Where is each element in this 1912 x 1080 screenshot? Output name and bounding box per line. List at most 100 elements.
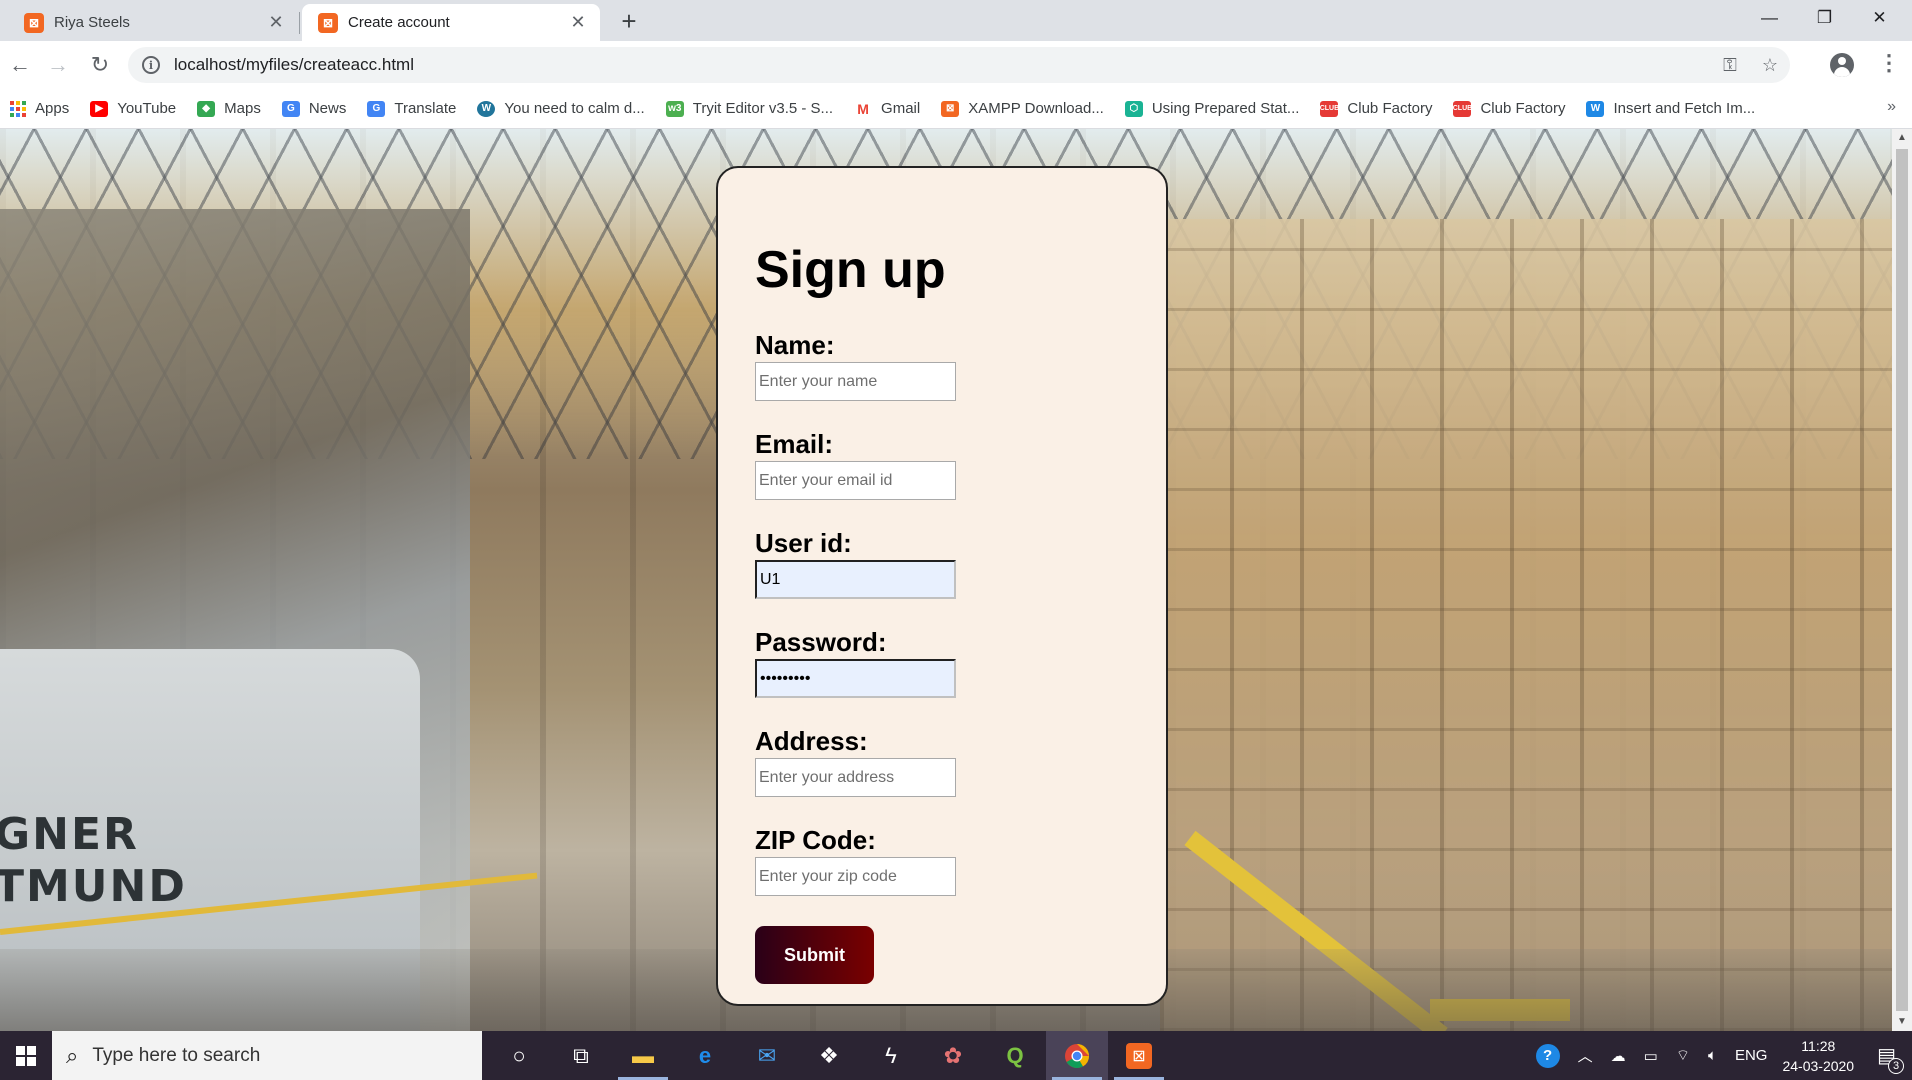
scrollbar-thumb[interactable] [1896, 149, 1908, 1011]
bookmark-wordpress[interactable]: W You need to calm d... [477, 100, 645, 117]
edge-icon[interactable]: e [674, 1031, 736, 1080]
tab-separator [299, 12, 300, 34]
tab-create-account[interactable]: ⊠ Create account ✕ [302, 4, 600, 41]
key-icon[interactable]: ⚿ [1710, 55, 1750, 76]
windows-taskbar: ⌕ Type here to search ○ ⧉ ▬ e ✉ ❖ ϟ ✿ Q … [0, 1031, 1912, 1080]
qgis-icon[interactable]: Q [984, 1031, 1046, 1080]
help-icon[interactable]: ? [1535, 1043, 1560, 1068]
bookmark-translate[interactable]: G Translate [367, 100, 456, 117]
bookmark-label: You need to calm d... [504, 100, 645, 117]
bookmark-label: XAMPP Download... [968, 100, 1104, 117]
bookmark-club-factory[interactable]: CLUB Club Factory [1320, 100, 1433, 117]
task-view-icon[interactable]: ⧉ [550, 1031, 612, 1080]
bookmark-label: Tryit Editor v3.5 - S... [692, 100, 834, 117]
bookmark-news[interactable]: G News [281, 100, 346, 117]
close-icon[interactable]: ✕ [266, 12, 286, 33]
bookmark-youtube[interactable]: ▶ YouTube [90, 100, 176, 117]
mail-icon[interactable]: ✉ [736, 1031, 798, 1080]
cortana-icon[interactable]: ○ [488, 1031, 550, 1080]
bookmark-club-factory-2[interactable]: CLUB Club Factory [1453, 100, 1566, 117]
password-field-group: Password: [755, 627, 1166, 698]
bookmark-label: Translate [394, 100, 457, 117]
dropbox-icon[interactable]: ❖ [798, 1031, 860, 1080]
xampp-icon: ⊠ [318, 12, 338, 33]
bookmark-prepared-statements[interactable]: ⬡ Using Prepared Stat... [1124, 100, 1300, 117]
battery-icon[interactable]: ▭ [1644, 1047, 1658, 1065]
notifications-icon[interactable]: ▤ 3 [1877, 1043, 1904, 1074]
new-tab-button[interactable]: + [615, 6, 643, 37]
userid-input[interactable] [755, 560, 956, 599]
w-icon: W [1586, 100, 1605, 117]
chrome-icon[interactable] [1046, 1031, 1108, 1080]
bookmark-label: Club Factory [1480, 100, 1566, 117]
close-icon[interactable]: ✕ [568, 12, 588, 33]
email-input[interactable] [755, 461, 956, 500]
wordpress-icon: W [477, 100, 496, 117]
chevron-right-icon[interactable]: » [1887, 98, 1896, 116]
lightning-app-icon[interactable]: ϟ [860, 1031, 922, 1080]
language-indicator[interactable]: ENG [1735, 1047, 1768, 1064]
clubfactory-icon: CLUB [1320, 100, 1339, 117]
bookmark-label: Using Prepared Stat... [1151, 100, 1300, 117]
clock[interactable]: 11:28 24-03-2020 [1782, 1036, 1854, 1076]
start-button[interactable] [0, 1031, 52, 1080]
zip-input[interactable] [755, 857, 956, 896]
apps-grid-icon [10, 100, 26, 117]
address-bar[interactable]: i localhost/myfiles/createacc.html ⚿ ☆ [128, 47, 1790, 83]
submit-button[interactable]: Submit [755, 926, 874, 984]
clock-date: 24-03-2020 [1782, 1057, 1855, 1074]
bookmark-tryit-editor[interactable]: w3 Tryit Editor v3.5 - S... [665, 100, 834, 117]
zip-label: ZIP Code: [755, 825, 876, 855]
tab-riya-steels[interactable]: ⊠ Riya Steels ✕ [8, 4, 298, 41]
tab-title: Create account [348, 14, 450, 31]
restore-button[interactable]: ❐ [1797, 0, 1852, 36]
xampp-icon: ⊠ [1126, 1042, 1152, 1069]
bookmark-maps[interactable]: ◆ Maps [197, 100, 261, 117]
volume-icon[interactable]: 🔈︎ [1708, 1047, 1717, 1064]
windows-logo-icon [16, 1045, 36, 1066]
bookmark-xampp[interactable]: ⊠ XAMPP Download... [941, 100, 1104, 117]
xampp-taskbar-icon[interactable]: ⊠ [1108, 1031, 1170, 1080]
close-window-button[interactable]: ✕ [1852, 0, 1907, 36]
email-field-group: Email: [755, 429, 1166, 500]
system-tray: ? ︿ ☁ ▭ ⌔ 🔈︎ ENG 11:28 24-03-2020 ▤ 3 [1527, 1031, 1912, 1080]
url-text[interactable]: localhost/myfiles/createacc.html [174, 55, 1710, 75]
email-label: Email: [755, 429, 834, 459]
news-icon: G [281, 100, 300, 117]
tab-strip: ⊠ Riya Steels ✕ ⊠ Create account ✕ + — ❐… [0, 0, 1912, 41]
onedrive-icon[interactable]: ☁ [1611, 1047, 1626, 1065]
bookmark-label: Apps [35, 100, 70, 117]
scroll-up-icon[interactable]: ▲ [1892, 129, 1912, 147]
gmail-icon: M [854, 100, 873, 117]
back-button[interactable]: ← [4, 49, 36, 81]
profile-avatar-icon[interactable] [1830, 53, 1854, 77]
info-icon[interactable]: i [142, 56, 160, 74]
star-icon[interactable]: ☆ [1750, 55, 1790, 76]
menu-dots-icon[interactable]: ⋮ [1878, 50, 1900, 76]
page-viewport: GNER TMUND Sign up Name: Email: User id:… [0, 129, 1892, 1031]
forward-button[interactable]: → [42, 49, 74, 81]
name-label: Name: [755, 330, 835, 360]
bookmark-gmail[interactable]: M Gmail [854, 100, 920, 117]
clubfactory-icon: CLUB [1453, 100, 1472, 117]
notification-count-badge: 3 [1888, 1058, 1904, 1074]
search-icon: ⌕ [66, 1042, 79, 1068]
taskbar-search-box[interactable]: ⌕ Type here to search [52, 1031, 482, 1080]
reload-button[interactable]: ↻ [84, 49, 116, 81]
name-input[interactable] [755, 362, 956, 401]
wifi-icon[interactable]: ⌔ [1676, 1046, 1690, 1065]
browser-toolbar: ← → ↻ i localhost/myfiles/createacc.html… [0, 41, 1912, 89]
scroll-down-icon[interactable]: ▼ [1892, 1013, 1912, 1031]
file-explorer-icon[interactable]: ▬ [612, 1031, 674, 1080]
minimize-button[interactable]: — [1742, 0, 1797, 36]
bookmark-apps[interactable]: Apps [10, 100, 69, 117]
paint-icon[interactable]: ✿ [922, 1031, 984, 1080]
address-field-group: Address: [755, 726, 1166, 797]
address-input[interactable] [755, 758, 956, 797]
bookmark-insert-fetch[interactable]: W Insert and Fetch Im... [1586, 100, 1755, 117]
chrome-logo-icon [1065, 1043, 1089, 1068]
chevron-up-icon[interactable]: ︿ [1578, 1045, 1593, 1066]
password-input[interactable] [755, 659, 956, 698]
page-scrollbar[interactable]: ▲ ▼ [1892, 129, 1912, 1031]
zip-field-group: ZIP Code: [755, 825, 1166, 896]
